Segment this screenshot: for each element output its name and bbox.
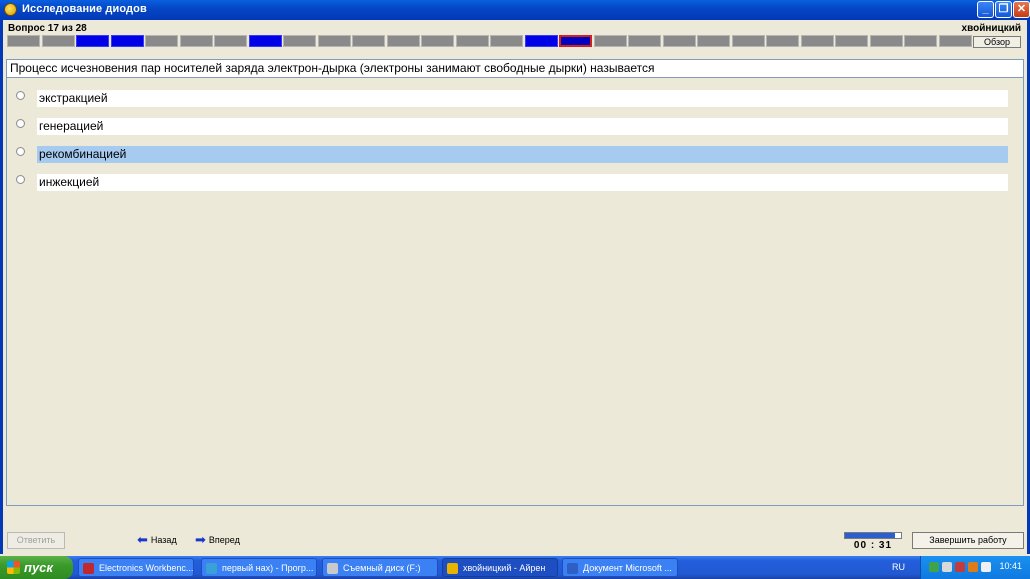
maximize-button[interactable]: ❐ (995, 1, 1012, 18)
forward-button[interactable]: ➡ Вперед (195, 532, 240, 547)
progress-segment-16[interactable] (524, 35, 558, 47)
app-icon (447, 563, 458, 574)
close-icon: ✕ (1016, 3, 1027, 15)
option-label[interactable]: генерацией (37, 118, 1008, 135)
taskbar-item-label: Документ Microsoft ... (583, 563, 672, 573)
app-icon (4, 3, 17, 16)
overview-button[interactable]: Обзор (973, 36, 1021, 48)
progress-segment-25[interactable] (835, 35, 868, 47)
radio-button[interactable] (16, 119, 25, 128)
timer-progress-fill (845, 533, 896, 538)
question-text: Процесс исчезновения пар носителей заряд… (7, 60, 1023, 78)
title-bar: Исследование диодов _ ❐ ✕ (0, 0, 1030, 20)
question-counter: Вопрос 17 из 28 (8, 23, 87, 34)
progress-segment-21[interactable] (697, 35, 730, 47)
start-button[interactable]: пуск (0, 556, 73, 579)
app-icon (206, 563, 217, 574)
radio-button[interactable] (16, 175, 25, 184)
language-indicator[interactable]: RU (892, 562, 905, 572)
option-label[interactable]: рекомбинацией (37, 146, 1008, 163)
question-panel: Процесс исчезновения пар носителей заряд… (6, 59, 1024, 506)
option-label[interactable]: экстракцией (37, 90, 1008, 107)
timer-progress-bar (844, 532, 902, 539)
app-icon (567, 563, 578, 574)
tray-app-icon[interactable] (968, 562, 978, 572)
app-icon (327, 563, 338, 574)
progress-segment-20[interactable] (662, 35, 696, 47)
progress-segment-7[interactable] (214, 35, 247, 47)
progress-segment-13[interactable] (421, 35, 454, 47)
progress-segment-1[interactable] (7, 35, 40, 47)
progress-segment-19[interactable] (628, 35, 661, 47)
forward-label: Вперед (208, 535, 240, 545)
timer: 00 : 31 (844, 532, 902, 551)
progress-segment-12[interactable] (386, 35, 420, 47)
taskbar-item[interactable]: Electronics Workbenc... (78, 558, 194, 577)
system-tray: 10:41 (920, 556, 1030, 579)
restore-icon: ❐ (998, 3, 1009, 15)
answer-button[interactable]: Ответить (7, 532, 65, 549)
taskbar-item-label: хвойницкий - Айрен (463, 563, 546, 573)
taskbar-item[interactable]: первый нах) - Прогр... (201, 558, 317, 577)
progress-segment-10[interactable] (317, 35, 351, 47)
app-window: Вопрос 17 из 28 хвойницкий Обзор Процесс… (0, 20, 1030, 554)
progress-segment-9[interactable] (283, 35, 316, 47)
progress-segment-27[interactable] (904, 35, 937, 47)
close-button[interactable]: ✕ (1013, 1, 1030, 18)
option-recombination[interactable]: рекомбинацией (16, 146, 1012, 163)
progress-segment-5[interactable] (145, 35, 178, 47)
progress-segment-2[interactable] (41, 35, 75, 47)
arrow-left-icon: ⬅ (137, 532, 148, 547)
progress-segment-28[interactable] (938, 35, 972, 47)
taskbar: пуск Electronics Workbenc... первый нах) … (0, 556, 1030, 579)
progress-segment-26[interactable] (869, 35, 903, 47)
timer-text: 00 : 31 (853, 540, 893, 551)
progress-segment-15[interactable] (490, 35, 523, 47)
progress-segment-23[interactable] (766, 35, 799, 47)
start-label: пуск (24, 560, 53, 575)
progress-segment-6[interactable] (179, 35, 213, 47)
progress-segment-8[interactable] (248, 35, 282, 47)
tray-antivirus-icon[interactable] (955, 562, 965, 572)
app-icon (83, 563, 94, 574)
back-label: Назад (150, 535, 177, 545)
taskbar-item-label: Electronics Workbenc... (99, 563, 194, 573)
progress-segment-18[interactable] (593, 35, 627, 47)
option-extraction[interactable]: экстракцией (16, 90, 1012, 107)
tray-volume-icon[interactable] (942, 562, 952, 572)
progress-segment-22[interactable] (731, 35, 765, 47)
taskbar-item-label: первый нах) - Прогр... (222, 563, 314, 573)
option-label[interactable]: инжекцией (37, 174, 1008, 191)
window-title: Исследование диодов (22, 3, 147, 15)
finish-work-button[interactable]: Завершить работу (912, 532, 1024, 549)
windows-logo-icon (7, 561, 20, 574)
taskbar-item-label: Съемный диск (F:) (343, 563, 421, 573)
minimize-button[interactable]: _ (977, 1, 994, 18)
radio-button[interactable] (16, 147, 25, 156)
taskbar-item[interactable]: Документ Microsoft ... (562, 558, 678, 577)
progress-segment-4[interactable] (110, 35, 144, 47)
progress-segment-3[interactable] (76, 35, 109, 47)
option-generation[interactable]: генерацией (16, 118, 1012, 135)
question-progress-strip (7, 35, 973, 47)
taskbar-item[interactable]: Съемный диск (F:) (322, 558, 438, 577)
clock: 10:41 (999, 561, 1022, 571)
progress-segment-17[interactable] (559, 35, 592, 47)
username-label: хвойницкий (961, 23, 1021, 34)
radio-button[interactable] (16, 91, 25, 100)
taskbar-item[interactable]: хвойницкий - Айрен (442, 558, 558, 577)
tray-network-icon[interactable] (929, 562, 939, 572)
tray-document-icon[interactable] (981, 562, 991, 572)
progress-segment-14[interactable] (455, 35, 489, 47)
option-injection[interactable]: инжекцией (16, 174, 1012, 191)
arrow-right-icon: ➡ (195, 532, 206, 547)
progress-segment-11[interactable] (352, 35, 385, 47)
progress-segment-24[interactable] (800, 35, 834, 47)
back-button[interactable]: ⬅ Назад (137, 532, 177, 547)
minimize-icon: _ (982, 3, 989, 15)
